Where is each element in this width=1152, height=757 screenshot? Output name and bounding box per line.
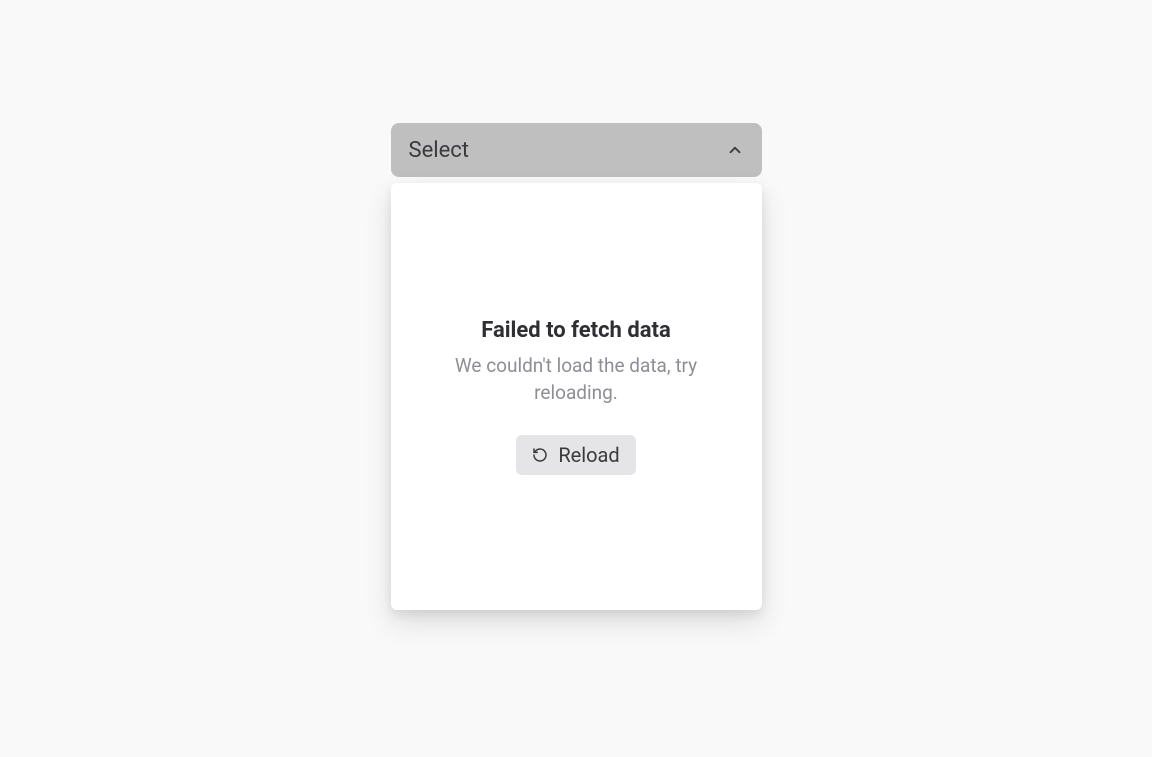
select-container: Select Failed to fetch data We couldn't …: [391, 123, 762, 757]
reload-button-label: Reload: [558, 443, 619, 467]
reload-button[interactable]: Reload: [516, 435, 635, 475]
select-trigger[interactable]: Select: [391, 123, 762, 177]
dropdown-panel: Failed to fetch data We couldn't load th…: [391, 183, 762, 610]
reload-icon: [532, 447, 548, 463]
error-title: Failed to fetch data: [481, 318, 670, 343]
chevron-up-icon: [726, 141, 744, 159]
error-subtitle: We couldn't load the data, try reloading…: [431, 353, 721, 406]
select-label: Select: [409, 138, 469, 163]
